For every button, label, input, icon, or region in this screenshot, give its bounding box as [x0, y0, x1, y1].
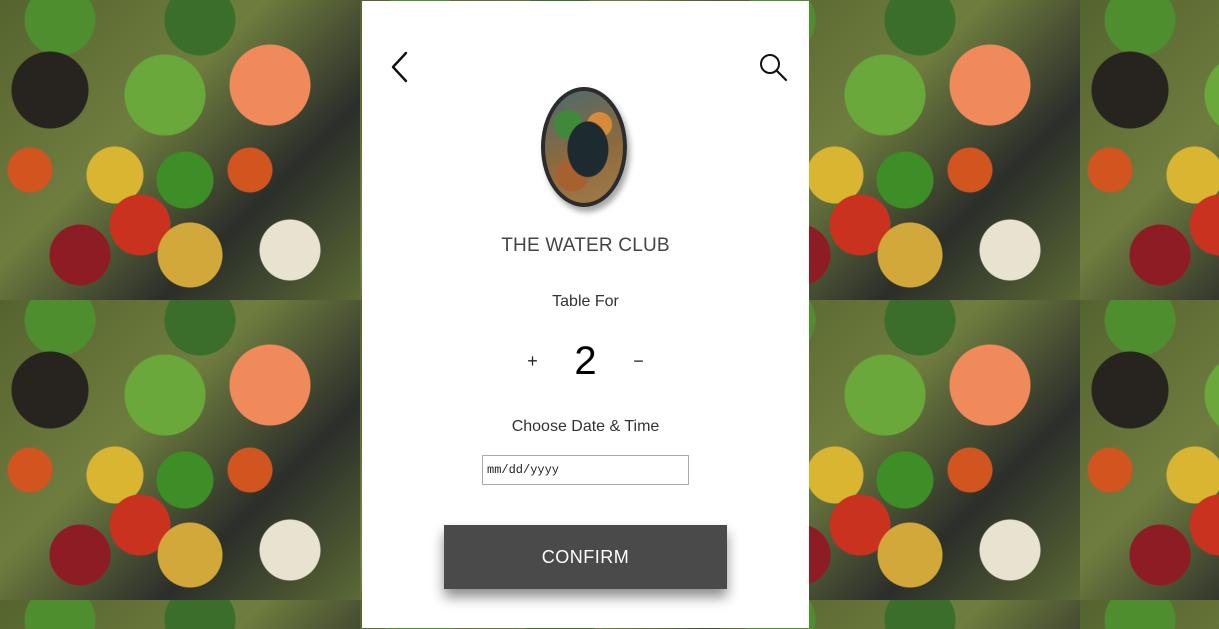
restaurant-name: THE WATER CLUB [501, 235, 670, 256]
restaurant-logo [541, 87, 627, 207]
search-button[interactable] [757, 51, 789, 83]
decrement-button[interactable]: − [626, 351, 652, 372]
search-icon [760, 54, 788, 82]
guest-count-stepper: + 2 − [362, 336, 809, 386]
table-for-label: Table For [552, 293, 619, 310]
increment-button[interactable]: + [520, 351, 546, 372]
reservation-card: THE WATER CLUB Table For + 2 − Choose Da… [362, 1, 809, 628]
date-input[interactable]: mm/dd/yyyy [482, 455, 689, 485]
date-placeholder: mm/dd/yyyy [487, 463, 560, 477]
guest-count-value: 2 [574, 338, 597, 383]
confirm-button[interactable]: CONFIRM [444, 525, 727, 589]
back-button[interactable] [386, 49, 414, 85]
chevron-left-icon [391, 51, 408, 83]
date-time-label: Choose Date & Time [511, 418, 660, 435]
